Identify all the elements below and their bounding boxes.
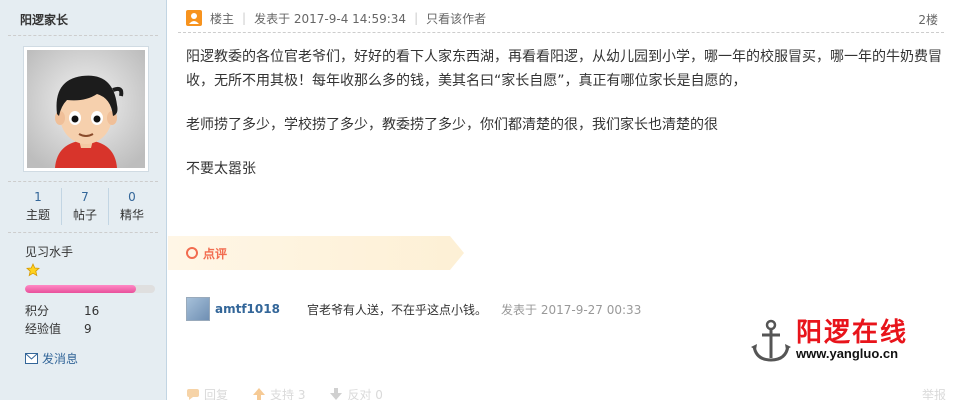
only-author-link[interactable]: 只看该作者 xyxy=(426,10,486,27)
post-timestamp: 发表于 2017-9-4 14:59:34 xyxy=(254,11,407,26)
stat-value: 0 xyxy=(128,190,136,204)
logo-title: 阳逻在线 xyxy=(796,318,909,348)
reply-label: 回复 xyxy=(204,387,229,400)
post-meta: 楼主 | 发表于 2017-9-4 14:59:34 | 只看该作者 xyxy=(186,8,486,28)
divider xyxy=(8,232,158,233)
logo-url: www.yangluo.cn xyxy=(796,346,899,361)
post-paragraph: 阳逻教委的各位官老爷们，好好的看下人家东西湖，再看看阳逻，从幼儿园到小学，哪一年… xyxy=(186,49,942,89)
star-icon xyxy=(26,263,40,277)
stat-label: 帖子 xyxy=(72,208,97,222)
post-paragraph: 不要太嚣张 xyxy=(186,161,256,177)
post-content: 阳逻教委的各位官老爷们，好好的看下人家东西湖，再看看阳逻，从幼儿园到小学，哪一年… xyxy=(186,45,946,181)
stat-value: 1 xyxy=(34,190,42,204)
report-link[interactable]: 举报 xyxy=(922,386,946,400)
points-row: 积分 16 xyxy=(25,302,99,319)
oppose-label: 反对 0 xyxy=(347,387,383,400)
send-message-link[interactable]: 发消息 xyxy=(25,350,78,367)
commenter-name[interactable]: amtf1018 xyxy=(215,302,307,316)
stat-label: 主题 xyxy=(25,208,50,222)
meta-pipe: | xyxy=(242,11,247,25)
level-progress-bar xyxy=(25,285,155,293)
thumbs-down-icon xyxy=(330,388,343,400)
post-main: 楼主 | 发表于 2017-9-4 14:59:34 | 只看该作者 2楼 阳逻… xyxy=(168,0,954,400)
post-paragraph: 老师捞了多少，学校捞了多少，教委捞了多少，你们都清楚的很，我们家长也清楚的很 xyxy=(186,117,718,133)
commenter-avatar[interactable] xyxy=(186,297,210,321)
floor-number[interactable]: 2楼 xyxy=(918,11,938,28)
anchor-icon xyxy=(751,319,791,362)
comment-timestamp: 发表于 2017-9-27 00:33 xyxy=(501,302,642,317)
avatar[interactable] xyxy=(23,46,149,172)
comment-ring-icon xyxy=(186,247,198,259)
user-rank[interactable]: 见习水手 xyxy=(25,243,73,260)
stat-value: 7 xyxy=(81,190,89,204)
stat-digests[interactable]: 0 精华 xyxy=(109,188,155,225)
comments-header-label: 点评 xyxy=(203,246,228,261)
meta-pipe: | xyxy=(414,11,419,25)
stat-posts[interactable]: 7 帖子 xyxy=(62,188,109,225)
author-name[interactable]: 阳逻家长 xyxy=(20,11,68,28)
level-progress-fill xyxy=(25,285,136,293)
post-actions: 回复 支持 3 反对 0 举报 xyxy=(186,384,946,400)
site-logo-watermark: 阳逻在线 www.yangluo.cn xyxy=(750,312,950,368)
cartoon-boy-icon xyxy=(27,50,145,168)
user-sidebar: 阳逻家长 1 主题 7 帖子 0 精华 见习水手 积分 16 经验值 9 发消息 xyxy=(0,0,167,400)
thumbs-up-icon xyxy=(253,388,266,400)
stat-topics[interactable]: 1 主题 xyxy=(15,188,62,225)
send-message-label: 发消息 xyxy=(42,352,79,366)
divider xyxy=(178,32,944,33)
avatar-image xyxy=(27,50,145,168)
oppose-button[interactable]: 反对 0 xyxy=(329,386,383,400)
host-label: 楼主 xyxy=(210,11,235,26)
comment-text: 官老爷有人送，不在乎这点小钱。 xyxy=(307,302,488,317)
exp-row: 经验值 9 xyxy=(25,320,92,337)
comment-item: amtf1018 官老爷有人送，不在乎这点小钱。 发表于 2017-9-27 0… xyxy=(186,297,641,321)
divider xyxy=(8,35,158,36)
user-stats: 1 主题 7 帖子 0 精华 xyxy=(15,188,155,225)
host-user-icon xyxy=(186,10,202,26)
comments-header: 点评 xyxy=(168,236,464,270)
divider xyxy=(8,181,158,182)
exp-label: 经验值 xyxy=(25,322,62,336)
points-label: 积分 xyxy=(25,304,50,318)
reply-button[interactable]: 回复 xyxy=(186,386,228,400)
envelope-icon xyxy=(25,353,38,364)
points-value: 16 xyxy=(84,304,100,318)
exp-value: 9 xyxy=(84,322,92,336)
reply-icon xyxy=(187,389,199,400)
support-label: 支持 3 xyxy=(270,387,306,400)
support-button[interactable]: 支持 3 xyxy=(252,386,305,400)
stat-label: 精华 xyxy=(119,208,144,222)
